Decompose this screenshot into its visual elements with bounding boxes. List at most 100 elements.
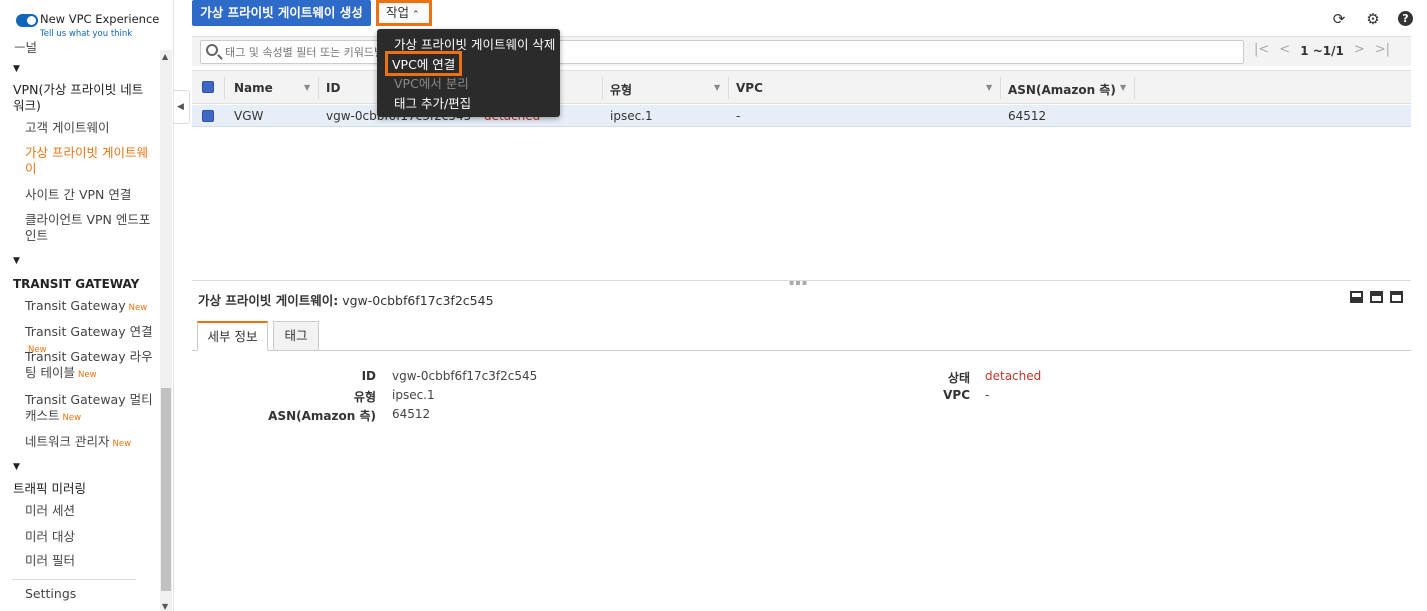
- sidebar-item-transit-gateway[interactable]: Transit Gateway New: [25, 298, 159, 316]
- layout-top-icon[interactable]: [1390, 291, 1403, 303]
- actions-button[interactable]: 작업 ⌃: [376, 0, 432, 26]
- top-right-icons: ⟳ ⚙ ?: [1330, 10, 1413, 28]
- actions-label: 작업: [386, 5, 410, 20]
- row-checkbox[interactable]: [202, 110, 214, 122]
- scroll-thumb[interactable]: [161, 388, 171, 591]
- pane-splitter[interactable]: ▪▪▪: [192, 278, 1411, 287]
- help-icon[interactable]: ?: [1398, 11, 1413, 26]
- sidebar-partial-item: ㅡ널: [14, 40, 38, 55]
- detail-title-label: 가상 프라이빗 게이트웨이:: [198, 293, 339, 308]
- column-header-id[interactable]: ID: [326, 81, 340, 95]
- column-header-vpc[interactable]: VPC: [736, 81, 763, 95]
- column-separator: [728, 77, 729, 99]
- layout-toggle-icons: [1350, 291, 1403, 303]
- scroll-up-icon[interactable]: ▲: [162, 52, 168, 61]
- search-icon: [206, 44, 218, 56]
- detail-label-vpc: VPC: [943, 388, 970, 402]
- menu-item-add-edit-tags[interactable]: 태그 추가/편집: [394, 93, 471, 112]
- filter-bar: |< < 1 ~1/1 > >|: [192, 36, 1411, 66]
- sidebar-item-virtual-private-gateway[interactable]: 가상 프라이빗 게이트웨이: [25, 145, 159, 177]
- sidebar-item-customer-gateway[interactable]: 고객 게이트웨이: [25, 120, 159, 136]
- layout-split-icon[interactable]: [1370, 291, 1383, 303]
- sidebar-item-site-to-site-vpn[interactable]: 사이트 간 VPN 연결: [25, 187, 159, 203]
- column-separator: [1000, 77, 1001, 99]
- prev-page-icon[interactable]: <: [1279, 42, 1290, 60]
- gateway-table: Name ▼ ID 상태 유형 ▼ VPC ▼ ASN(Amazon 측) ▼ …: [192, 70, 1411, 280]
- search-box[interactable]: [200, 40, 1244, 64]
- sort-icon[interactable]: ▼: [304, 83, 310, 92]
- first-page-icon[interactable]: |<: [1254, 42, 1269, 60]
- new-badge: New: [128, 303, 148, 313]
- cell-asn: 64512: [1008, 109, 1047, 123]
- table-header: Name ▼ ID 상태 유형 ▼ VPC ▼ ASN(Amazon 측) ▼: [192, 70, 1411, 104]
- toggle-label: New VPC Experience: [40, 12, 160, 26]
- last-page-icon[interactable]: >|: [1375, 42, 1390, 60]
- detail-label-state: 상태: [947, 371, 970, 385]
- sidebar-item-mirror-filters[interactable]: 미러 필터: [25, 553, 159, 569]
- sidebar-collapse-button[interactable]: ◀: [174, 90, 190, 124]
- sort-icon[interactable]: ▼: [986, 83, 992, 92]
- sidebar-section-vpn: VPN(가상 프라이빗 네트워크): [13, 82, 144, 113]
- detail-label-type: 유형: [353, 390, 376, 404]
- sidebar-scrollbar[interactable]: ▲ ▼: [160, 50, 172, 611]
- sidebar-item-client-vpn-endpoint[interactable]: 클라이언트 VPN 엔드포인트: [25, 212, 159, 244]
- sidebar-item-settings[interactable]: Settings: [25, 586, 159, 602]
- page-count: 1 ~1/1: [1300, 44, 1344, 58]
- sidebar-item-mirror-sessions[interactable]: 미러 세션: [25, 503, 159, 519]
- sidebar-item-label: Transit Gateway: [25, 298, 126, 313]
- caret-down-icon[interactable]: ▼: [13, 256, 20, 266]
- detail-value-state: detached: [985, 369, 1042, 383]
- chevron-up-icon: ⌃: [412, 10, 420, 20]
- cell-type: ipsec.1: [610, 109, 653, 123]
- create-virtual-private-gateway-button[interactable]: 가상 프라이빗 게이트웨이 생성: [192, 0, 371, 26]
- menu-item-detach-from-vpc: VPC에서 분리: [394, 76, 469, 91]
- detail-value-vpc: -: [985, 388, 990, 402]
- cell-vpc: -: [736, 109, 741, 123]
- detail-tabs: 세부 정보 태그: [192, 321, 1411, 351]
- actions-menu: 가상 프라이빗 게이트웨이 삭제 VPC에 연결 VPC에서 분리 태그 추가/…: [377, 29, 560, 117]
- new-badge: New: [77, 370, 97, 380]
- caret-down-icon[interactable]: ▼: [13, 462, 20, 472]
- sidebar-divider: [12, 579, 136, 580]
- sidebar-item-transit-gateway-route-tables[interactable]: Transit Gateway 라우팅 테이블 New: [25, 349, 159, 383]
- column-separator: [1134, 77, 1135, 99]
- column-separator: [224, 77, 225, 99]
- detail-label-asn: ASN(Amazon 측): [268, 409, 376, 423]
- new-badge: New: [112, 439, 132, 449]
- table-row[interactable]: VGW vgw-0cbbf6f17c3f2c545 detached ipsec…: [192, 105, 1411, 127]
- caret-down-icon[interactable]: ▼: [13, 64, 20, 74]
- chevron-left-icon: ◀: [177, 102, 184, 112]
- sidebar: New VPC Experience Tell us what you thin…: [0, 0, 174, 611]
- tab-tags[interactable]: 태그: [273, 321, 319, 351]
- refresh-icon[interactable]: ⟳: [1330, 10, 1348, 28]
- sidebar-item-label: Transit Gateway 멀티캐스트: [25, 392, 153, 423]
- sort-icon[interactable]: ▼: [1120, 83, 1126, 92]
- detail-label-id: ID: [361, 369, 376, 383]
- detail-title: 가상 프라이빗 게이트웨이: vgw-0cbbf6f17c3f2c545: [198, 290, 494, 309]
- sidebar-item-transit-gateway-multicast[interactable]: Transit Gateway 멀티캐스트 New: [25, 392, 159, 426]
- next-page-icon[interactable]: >: [1354, 42, 1365, 60]
- detail-value-asn: 64512: [392, 407, 431, 421]
- layout-bottom-icon[interactable]: [1350, 291, 1363, 303]
- sort-icon[interactable]: ▼: [714, 83, 720, 92]
- column-header-type[interactable]: 유형: [610, 81, 632, 98]
- new-badge: New: [62, 413, 82, 423]
- drag-handle-icon[interactable]: ▪▪▪: [789, 278, 808, 287]
- column-separator: [318, 77, 319, 99]
- column-header-name[interactable]: Name: [234, 81, 273, 95]
- scroll-down-icon[interactable]: ▼: [162, 602, 168, 611]
- select-all-checkbox[interactable]: [202, 81, 214, 93]
- sidebar-section-transit-gateway: TRANSIT GATEWAY: [13, 277, 140, 291]
- sidebar-item-mirror-targets[interactable]: 미러 대상: [25, 529, 159, 545]
- detail-value-id: vgw-0cbbf6f17c3f2c545: [392, 369, 538, 383]
- feedback-link[interactable]: Tell us what you think: [40, 29, 132, 39]
- toggle-switch[interactable]: [16, 14, 38, 27]
- sidebar-nav: ㅡ널 ▼ VPN(가상 프라이빗 네트워크) 고객 게이트웨이 가상 프라이빗 …: [0, 40, 173, 611]
- column-header-asn[interactable]: ASN(Amazon 측): [1008, 81, 1116, 98]
- sidebar-section-traffic-mirroring: 트래픽 미러링: [13, 481, 86, 496]
- sidebar-item-network-manager[interactable]: 네트워크 관리자 New: [25, 434, 159, 452]
- column-separator: [602, 77, 603, 99]
- gear-icon[interactable]: ⚙: [1364, 10, 1382, 28]
- tab-details[interactable]: 세부 정보: [197, 321, 268, 351]
- detail-title-value: vgw-0cbbf6f17c3f2c545: [342, 293, 494, 308]
